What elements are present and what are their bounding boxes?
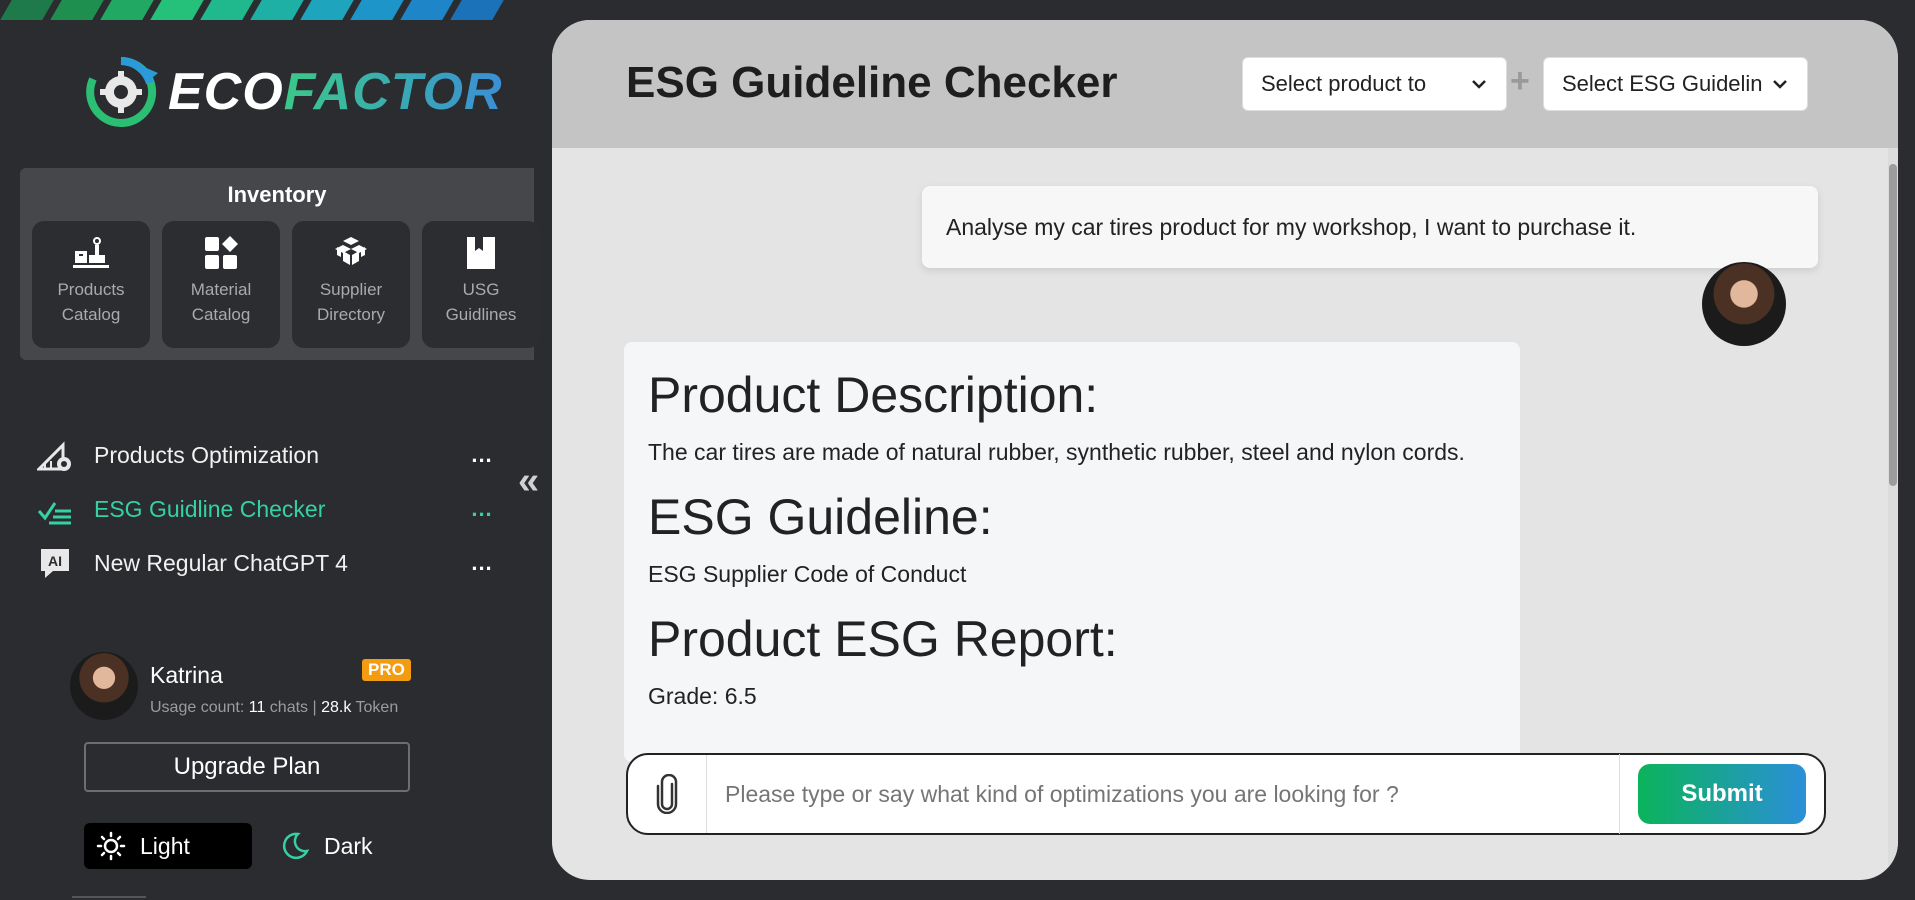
tile-label: Supplier Directory [316,280,385,324]
dark-theme-label: Dark [324,832,373,859]
nav-item-new-regular-chatgpt[interactable]: AI New Regular ChatGPT 4 ... [36,536,492,590]
chats-count: 11 [248,699,266,716]
tile-products-catalog[interactable]: Products Catalog [32,221,150,348]
inventory-title: Inventory [227,182,327,207]
paperclip-icon [656,774,678,814]
scroll-thumb[interactable] [1889,164,1897,486]
gear-logo-icon [86,56,158,127]
user-name: Katrina [150,662,223,688]
inventory-panel: Inventory Products Catalog Material Cata… [20,168,540,360]
assistant-response: Product Description: The car tires are m… [624,342,1520,762]
nav-label: ESG Guidline Checker [94,495,326,522]
message-input[interactable] [707,754,1620,834]
product-select[interactable]: Select product to [1242,57,1507,111]
more-options-button[interactable]: ... [462,442,502,468]
esg-guideline-select-value: Select ESG Guideline [1562,71,1763,96]
moon-icon [282,832,310,860]
response-text: The car tires are made of natural rubber… [648,439,1465,465]
attach-button[interactable] [628,755,707,833]
more-options-button[interactable]: ... [462,550,502,576]
tile-label: Products Catalog [57,280,125,324]
usage-separator: | [312,699,317,716]
brand-name: ECOFACTOR [168,62,503,122]
brand-name-part2: FACTOR [283,63,503,121]
response-heading: Product ESG Report: [648,611,1118,667]
more-options-button[interactable]: ... [462,496,502,522]
response-heading: ESG Guideline: [648,489,993,545]
page-title: ESG Guideline Checker [626,58,1118,107]
collapse-sidebar-button[interactable]: « [518,460,539,503]
chevron-down-icon [1773,80,1787,89]
products-icon [73,237,109,268]
chat-nav: Products Optimization ... ESG Guidline C… [36,428,492,590]
nav-label: New Regular ChatGPT 4 [94,549,348,576]
tokens-label: Token [355,699,399,716]
user-message: Analyse my car tires product for my work… [922,186,1818,268]
tokens-count: 28.k [321,699,352,716]
main-panel: ESG Guideline Checker Select product to … [552,20,1898,880]
usage-count: Usage count: 11 chats | 28.k Token [150,699,398,717]
material-icon [205,236,238,269]
brand-logo[interactable]: ECOFACTOR [84,55,503,129]
nav-item-products-optimization[interactable]: Products Optimization ... [36,428,492,482]
pro-badge: PRO [362,659,411,681]
ai-icon: AI [36,544,74,582]
light-theme-button[interactable]: Light [84,823,252,869]
svg-text:AI: AI [48,553,62,569]
user-message-avatar [1702,262,1786,346]
checklist-icon [36,490,74,528]
chats-label: chats [269,699,309,716]
response-text: Grade: 6.5 [648,683,757,709]
plus-separator: + [1510,62,1530,100]
tile-label: USG Guidlines [445,280,517,324]
tile-material-catalog[interactable]: Material Catalog [162,221,280,348]
light-theme-label: Light [140,832,190,859]
avatar [70,652,138,720]
nav-item-esg-guidline-checker[interactable]: ESG Guidline Checker ... [36,482,492,536]
response-text: ESG Supplier Code of Conduct [648,561,967,587]
user-profile[interactable]: Katrina Usage count: 11 chats | 28.k Tok… [70,652,411,720]
chevron-down-icon [1472,80,1486,89]
supplier-icon [335,237,367,265]
brand-name-part1: ECO [168,63,284,121]
tile-label: Material Catalog [190,280,252,324]
upgrade-plan-button[interactable]: Upgrade Plan [84,742,410,792]
esg-guideline-select[interactable]: Select ESG Guideline [1543,57,1808,111]
response-heading: Product Description: [648,367,1099,423]
main-header: ESG Guideline Checker Select product to … [552,20,1898,148]
optimization-icon [36,436,74,474]
dark-theme-button[interactable]: Dark [280,823,400,869]
tile-usg-guidlines[interactable]: USG Guidlines [422,221,540,348]
guidelines-icon [467,237,495,269]
tile-supplier-directory[interactable]: Supplier Directory [292,221,410,348]
usage-prefix: Usage count: [150,699,245,716]
nav-label: Products Optimization [94,441,319,468]
sidebar: ECOFACTOR Inventory Products Catalog Mat… [0,0,552,900]
chat-scrollbar[interactable] [1888,148,1898,880]
submit-button[interactable]: Submit [1638,764,1806,824]
sun-icon [96,831,126,861]
product-select-value: Select product to [1261,71,1427,96]
message-composer: Submit [626,753,1826,835]
divider [72,896,146,898]
